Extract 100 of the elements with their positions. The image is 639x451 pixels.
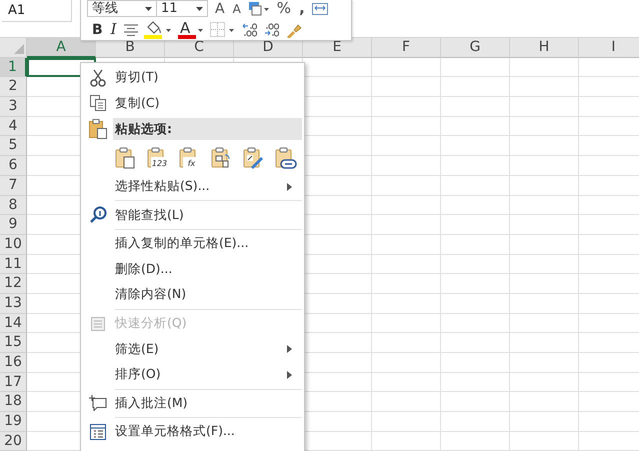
row-header[interactable]: 8 (0, 196, 27, 216)
menu-item[interactable]: 筛选(E) (113, 336, 302, 362)
row-header[interactable]: 6 (0, 156, 27, 176)
column-header[interactable]: I (579, 38, 639, 58)
row-header[interactable]: 12 (0, 274, 27, 294)
increase-font-button[interactable]: A (214, 2, 226, 16)
menu-item[interactable]: 设置单元格格式(F)... (113, 419, 302, 445)
menu-item[interactable]: 排序(O) (113, 362, 302, 388)
table-cell (372, 274, 441, 294)
table-cell (510, 294, 579, 314)
row-header[interactable]: 4 (0, 116, 27, 136)
table-cell (372, 97, 441, 117)
decrease-font-button[interactable]: A (232, 2, 242, 14)
table-cell (441, 234, 510, 255)
table-cell (372, 372, 441, 392)
paste-options-heading: 粘贴选项: (113, 118, 302, 140)
table-cell (510, 274, 579, 294)
table-cell (372, 156, 441, 176)
table-cell (441, 136, 510, 156)
font-size-dropdown[interactable]: 11 (156, 0, 208, 17)
table-cell (510, 136, 579, 156)
row-header[interactable]: 11 (0, 254, 27, 274)
column-header[interactable]: H (510, 38, 579, 58)
table-cell (372, 136, 441, 156)
search-icon (89, 206, 107, 224)
table-cell (441, 215, 510, 235)
clipboard-icon (89, 118, 107, 139)
table-cell (372, 353, 441, 373)
row-header[interactable]: 13 (0, 294, 27, 314)
column-header[interactable]: G (441, 38, 510, 58)
row-header[interactable]: 17 (0, 372, 27, 392)
table-cell (441, 333, 510, 353)
table-cell (441, 314, 510, 334)
table-cell (441, 432, 510, 451)
bold-button[interactable]: B (91, 22, 104, 36)
align-center-icon[interactable] (124, 24, 138, 36)
triangle-icon (14, 44, 24, 54)
dropdown-arrow-icon (145, 6, 152, 10)
table-cell (441, 254, 510, 274)
table-cell (441, 77, 510, 98)
scissors-icon (90, 68, 106, 87)
row-header[interactable]: 2 (0, 77, 27, 98)
row-header[interactable]: 1 (0, 58, 27, 78)
table-cell (510, 333, 579, 353)
row-header[interactable]: 18 (0, 392, 27, 412)
table-cell (441, 196, 510, 216)
paste-option-icon[interactable] (243, 146, 265, 169)
row-header[interactable]: 16 (0, 353, 27, 373)
table-cell (441, 156, 510, 176)
row-header[interactable]: 20 (0, 432, 27, 451)
row-header[interactable]: 5 (0, 136, 27, 156)
table-cell (441, 294, 510, 314)
italic-button[interactable]: I (110, 22, 118, 37)
table-cell (510, 116, 579, 136)
name-box[interactable]: A1 (2, 0, 72, 22)
table-cell (441, 353, 510, 373)
menu-item[interactable]: 剪切(T) (113, 65, 302, 91)
comma-button[interactable]: , (298, 1, 306, 16)
column-header[interactable]: F (372, 38, 441, 58)
paste-option-icon[interactable] (275, 146, 297, 169)
menu-item[interactable]: 插入复制的单元格(E)... (113, 230, 302, 257)
table-cell (372, 77, 441, 98)
table-cell (510, 353, 579, 373)
fill-color-icon[interactable] (144, 20, 172, 38)
row-header[interactable]: 10 (0, 234, 27, 255)
table-cell (372, 392, 441, 412)
menu-item[interactable]: 选择性粘贴(S)... (113, 174, 302, 200)
table-cell (372, 432, 441, 451)
cell-styles-icon[interactable] (248, 2, 270, 16)
row-header[interactable]: 3 (0, 97, 27, 117)
table-cell (510, 215, 579, 235)
table-cell (510, 196, 579, 216)
table-cell (372, 234, 441, 255)
menu-item[interactable]: 复制(C) (113, 90, 302, 116)
row-header[interactable]: 7 (0, 176, 27, 196)
table-cell (510, 314, 579, 334)
decrease-decimal-icon[interactable] (264, 22, 280, 38)
increase-decimal-icon[interactable] (242, 22, 258, 38)
table-cell (510, 432, 579, 451)
table-cell (441, 412, 510, 432)
table-cell (441, 58, 510, 78)
table-cell (510, 156, 579, 176)
percent-button[interactable]: % (276, 1, 292, 16)
row-header[interactable]: 9 (0, 215, 27, 235)
row-header[interactable]: 19 (0, 412, 27, 432)
row-header[interactable]: 14 (0, 314, 27, 334)
copy-icon (90, 95, 106, 112)
paste-option-icon[interactable] (115, 146, 137, 169)
column-header[interactable]: A (27, 38, 96, 58)
table-cell (441, 176, 510, 196)
table-cell (510, 372, 579, 392)
table-cell (510, 392, 579, 412)
table-cell (372, 215, 441, 235)
menu-item[interactable]: 删除(D)... (113, 256, 302, 282)
menu-item[interactable]: 智能查找(L) (113, 202, 302, 228)
menu-item[interactable]: 插入批注(M) (113, 390, 302, 416)
wrap-text-icon[interactable] (312, 2, 328, 14)
menu-item[interactable]: 清除内容(N) (113, 282, 302, 308)
row-header[interactable]: 15 (0, 333, 27, 353)
font-name-dropdown[interactable]: 等线 (87, 0, 157, 17)
